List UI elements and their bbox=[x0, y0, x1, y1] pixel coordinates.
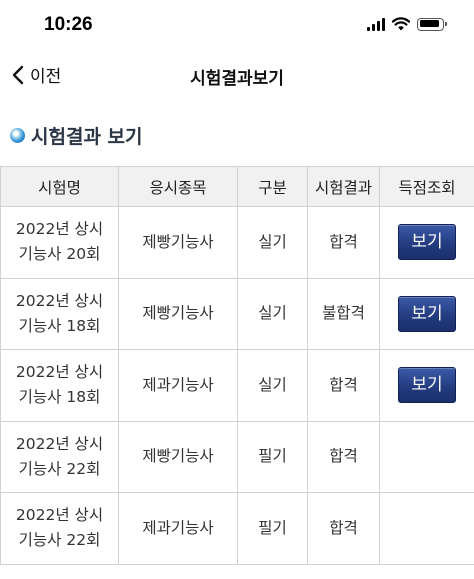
table-row: 2022년 상시 기능사 22회 제빵기능사 필기 합격 bbox=[0, 420, 474, 493]
exam-name-line1: 2022년 상시 bbox=[15, 363, 104, 382]
header-category: 구분 bbox=[237, 166, 308, 207]
wifi-icon bbox=[392, 17, 410, 31]
category-cell: 필기 bbox=[237, 420, 308, 493]
result-cell: 합격 bbox=[307, 492, 380, 565]
exam-name-line2: 기능사 18회 bbox=[18, 316, 101, 335]
category-cell: 필기 bbox=[237, 492, 308, 565]
result-cell: 불합격 bbox=[307, 277, 380, 350]
table-row: 2022년 상시 기능사 20회 제빵기능사 실기 합격 보기 bbox=[0, 206, 474, 279]
nav-bar: 이전 시험결과보기 bbox=[0, 52, 474, 100]
result-cell: 합격 bbox=[307, 349, 380, 422]
table-row: 2022년 상시 기능사 18회 제빵기능사 실기 불합격 보기 bbox=[0, 277, 474, 350]
score-cell bbox=[379, 420, 474, 493]
exam-name-cell: 2022년 상시 기능사 22회 bbox=[0, 420, 119, 493]
view-score-button[interactable]: 보기 bbox=[398, 367, 456, 404]
section-header: 시험결과 보기 bbox=[0, 100, 474, 166]
table-header-row: 시험명 응시종목 구분 시험결과 득점조회 bbox=[0, 166, 474, 207]
score-cell: 보기 bbox=[379, 206, 474, 279]
exam-name-line2: 기능사 22회 bbox=[18, 459, 101, 478]
page-title: 시험결과보기 bbox=[190, 69, 284, 89]
category-cell: 실기 bbox=[237, 349, 308, 422]
battery-icon bbox=[417, 17, 447, 31]
header-score: 득점조회 bbox=[379, 166, 474, 207]
exam-name-line2: 기능사 20회 bbox=[18, 245, 101, 264]
exam-name-line1: 2022년 상시 bbox=[15, 220, 104, 239]
status-bar: 10:26 bbox=[0, 0, 474, 52]
subject-cell: 제빵기능사 bbox=[118, 277, 238, 350]
exam-name-line1: 2022년 상시 bbox=[15, 506, 104, 525]
subject-cell: 제빵기능사 bbox=[118, 206, 238, 279]
view-score-button[interactable]: 보기 bbox=[398, 224, 456, 261]
status-icons bbox=[367, 17, 447, 31]
category-cell: 실기 bbox=[237, 206, 308, 279]
score-cell: 보기 bbox=[379, 349, 474, 422]
exam-name-cell: 2022년 상시 기능사 20회 bbox=[0, 206, 119, 279]
exam-name-line2: 기능사 18회 bbox=[18, 388, 101, 407]
exam-name-line1: 2022년 상시 bbox=[15, 434, 104, 453]
view-score-button[interactable]: 보기 bbox=[398, 295, 456, 332]
exam-name-line1: 2022년 상시 bbox=[15, 291, 104, 310]
exam-name-cell: 2022년 상시 기능사 18회 bbox=[0, 277, 119, 350]
bullet-icon bbox=[10, 128, 25, 143]
exam-name-line2: 기능사 22회 bbox=[18, 531, 101, 550]
score-cell: 보기 bbox=[379, 277, 474, 350]
exam-name-cell: 2022년 상시 기능사 22회 bbox=[0, 492, 119, 565]
score-cell bbox=[379, 492, 474, 565]
result-cell: 합격 bbox=[307, 206, 380, 279]
header-result: 시험결과 bbox=[307, 166, 380, 207]
category-cell: 실기 bbox=[237, 277, 308, 350]
results-table: 시험명 응시종목 구분 시험결과 득점조회 2022년 상시 기능사 20회 제… bbox=[0, 166, 474, 565]
status-time: 10:26 bbox=[44, 14, 93, 35]
result-cell: 합격 bbox=[307, 420, 380, 493]
subject-cell: 제과기능사 bbox=[118, 492, 238, 565]
exam-name-cell: 2022년 상시 기능사 18회 bbox=[0, 349, 119, 422]
subject-cell: 제과기능사 bbox=[118, 349, 238, 422]
table-row: 2022년 상시 기능사 22회 제과기능사 필기 합격 bbox=[0, 492, 474, 565]
table-row: 2022년 상시 기능사 18회 제과기능사 실기 합격 보기 bbox=[0, 349, 474, 422]
header-subject: 응시종목 bbox=[118, 166, 238, 207]
header-exam-name: 시험명 bbox=[0, 166, 119, 207]
cellular-signal-icon bbox=[367, 17, 385, 31]
subject-cell: 제빵기능사 bbox=[118, 420, 238, 493]
section-title: 시험결과 보기 bbox=[31, 126, 143, 148]
